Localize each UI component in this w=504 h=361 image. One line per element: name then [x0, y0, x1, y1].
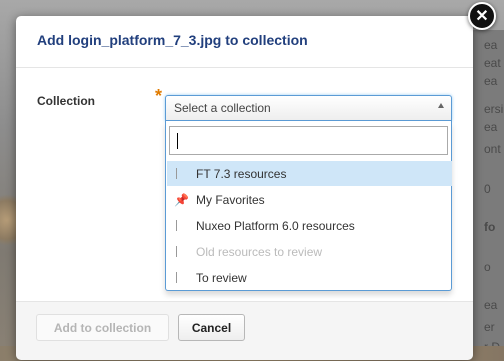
- book-icon: [174, 168, 186, 180]
- background-text: ea: [484, 298, 498, 312]
- background-text: o: [484, 260, 491, 274]
- option-label: Old resources to review: [196, 244, 323, 259]
- collection-option-to-review[interactable]: To review: [167, 265, 452, 290]
- required-marker: *: [155, 86, 163, 106]
- add-to-collection-dialog: Add login_platform_7_3.jpg to collection…: [16, 2, 496, 360]
- background-text: er: [484, 320, 495, 334]
- collection-option-my-favorites[interactable]: 📌 My Favorites: [167, 187, 452, 212]
- collection-option-nuxeo-platform-6-0-resources[interactable]: Nuxeo Platform 6.0 resources: [167, 213, 452, 238]
- option-label: My Favorites: [196, 192, 265, 207]
- pin-icon: 📌: [174, 192, 189, 207]
- background-text: 0: [484, 182, 491, 196]
- collection-select[interactable]: Select a collection: [165, 95, 452, 121]
- option-label: FT 7.3 resources: [196, 166, 287, 181]
- dialog-footer: Add to collection Cancel: [16, 301, 473, 360]
- collection-dropdown: FT 7.3 resources 📌 My Favorites Nuxeo Pl…: [165, 121, 452, 291]
- book-icon: [174, 220, 186, 232]
- collection-label: Collection: [37, 94, 96, 108]
- chevron-up-icon: [438, 103, 444, 108]
- dialog-title: Add login_platform_7_3.jpg to collection: [37, 32, 308, 48]
- collection-search-input[interactable]: [169, 126, 448, 155]
- close-dialog-button[interactable]: ✕: [468, 2, 496, 30]
- option-label: To review: [196, 270, 247, 285]
- dialog-header: Add login_platform_7_3.jpg to collection: [16, 16, 473, 68]
- book-icon: [174, 272, 186, 284]
- background-text: ont: [484, 142, 501, 156]
- close-icon: ✕: [475, 8, 489, 25]
- background-text: ersi: [484, 102, 504, 116]
- option-label: Nuxeo Platform 6.0 resources: [196, 218, 355, 233]
- background-right-strip: ea eat ea ersi ea ont 0 fo o ea er r D: [470, 30, 504, 361]
- cancel-button[interactable]: Cancel: [178, 314, 245, 341]
- text-cursor: [177, 133, 178, 149]
- background-text: ea: [484, 38, 498, 52]
- book-icon: [174, 246, 186, 258]
- collection-option-old-resources-to-review: Old resources to review: [167, 239, 452, 264]
- background-text: ea: [484, 74, 498, 88]
- collection-option-ft-7-3-resources[interactable]: FT 7.3 resources: [167, 161, 452, 186]
- background-text: fo: [484, 220, 496, 234]
- background-text: ea: [484, 120, 498, 134]
- add-to-collection-button[interactable]: Add to collection: [36, 314, 169, 341]
- background-text: eat: [484, 56, 501, 70]
- select-placeholder: Select a collection: [174, 101, 271, 115]
